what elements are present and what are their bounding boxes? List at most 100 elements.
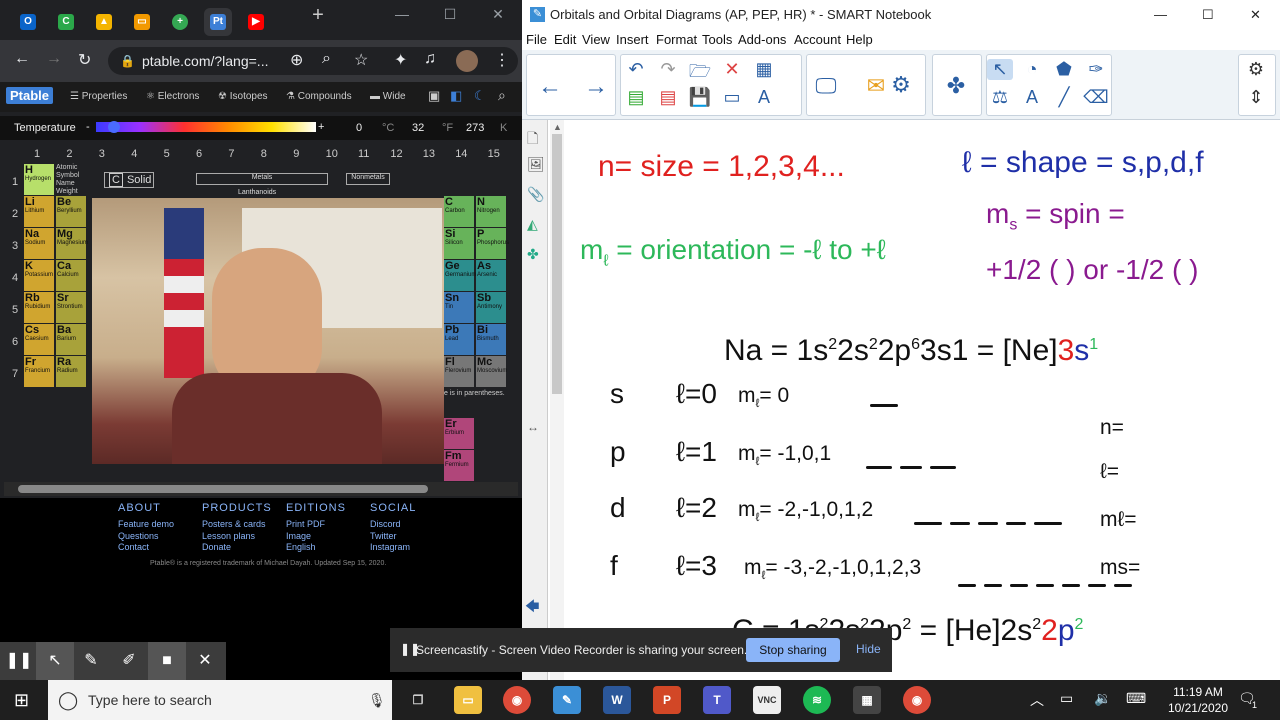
windows-start-icon[interactable]: ⊞	[14, 690, 29, 711]
footer-link[interactable]: Feature demo	[118, 519, 174, 529]
new-tab-button[interactable]: +	[298, 4, 338, 27]
spotify-icon[interactable]: ≋	[803, 686, 831, 714]
element-cell[interactable]: Sb Antimony	[476, 292, 506, 323]
panel-icon[interactable]: ◧	[450, 88, 462, 104]
save-icon[interactable]: 💾	[687, 87, 713, 108]
spin-values[interactable]: +1/2 ( ) or -1/2 ( )	[986, 254, 1198, 286]
chrome-icon[interactable]: ◉	[503, 686, 531, 714]
tab-jamboard[interactable]: +	[166, 8, 194, 36]
hide-button[interactable]: Hide	[856, 642, 881, 656]
ml-value[interactable]: mℓ= 0	[738, 384, 789, 410]
sodium-configuration[interactable]: Na = 1s22s22p63s1 = [Ne]3s1	[724, 334, 1098, 368]
side-left-arrow-icon[interactable]: 🡄	[525, 596, 539, 620]
remove-page-icon[interactable]: ▤	[655, 87, 681, 108]
l-value[interactable]: ℓ=3	[676, 550, 717, 582]
addons-icon[interactable]: ✤	[527, 246, 539, 263]
element-cell[interactable]: Sr Strontium	[56, 292, 86, 323]
search-box[interactable]: ◯ Type here to search 🎙	[48, 680, 392, 720]
quantum-label[interactable]: ℓ=	[1100, 460, 1119, 484]
toolbar-position-icon[interactable]: ⇕	[1243, 87, 1269, 108]
media-icon[interactable]: ♫	[424, 50, 436, 68]
temp-kelvin[interactable]: 273	[466, 122, 484, 134]
avatar[interactable]	[456, 50, 478, 72]
pause-icon[interactable]: ❚❚	[0, 642, 38, 680]
element-cell[interactable]: Bi Bismuth	[476, 324, 506, 355]
element-cell[interactable]: Fr Francium	[24, 356, 54, 387]
element-cell[interactable]: P Phosphorus	[476, 228, 509, 259]
maximize-icon[interactable]: ☐	[1202, 0, 1214, 30]
word-icon[interactable]: W	[603, 686, 631, 714]
element-cell[interactable]: N Nitrogen	[476, 196, 506, 227]
menu-item[interactable]: Edit	[554, 32, 576, 47]
element-cell[interactable]: K Potassium	[24, 260, 54, 291]
tab-classroom[interactable]: C	[52, 8, 80, 36]
delete-icon[interactable]: ✕	[719, 59, 745, 80]
temp-celsius[interactable]: 0	[356, 122, 362, 134]
menu-item[interactable]: Insert	[616, 32, 649, 47]
fill-icon[interactable]: ⬟	[1051, 59, 1077, 80]
nav-properties[interactable]: ☰ Properties	[70, 91, 127, 102]
task-view-icon[interactable]: ❐	[404, 686, 432, 714]
zoom-icon[interactable]: ⌕	[322, 50, 331, 68]
text-format-icon[interactable]: A	[751, 87, 777, 108]
l-value[interactable]: ℓ=2	[676, 492, 717, 524]
file-explorer-icon[interactable]: ▭	[454, 686, 482, 714]
footer-link[interactable]: English	[286, 542, 316, 552]
settings-icon[interactable]: ⚙	[1243, 59, 1269, 80]
minimize-icon[interactable]: —	[1154, 0, 1167, 30]
extensions-icon[interactable]: ✦	[394, 50, 407, 70]
element-cell[interactable]: Sn Tin	[444, 292, 474, 323]
undo-icon[interactable]: ↶	[623, 59, 649, 80]
element-cell[interactable]: As Arsenic	[476, 260, 506, 291]
element-cell[interactable]: Cs Caesium	[24, 324, 54, 355]
scroll-thumb[interactable]	[552, 134, 562, 394]
ms-spin-line[interactable]: ms = spin =	[986, 198, 1125, 235]
highlighter-icon[interactable]: ✐	[110, 642, 148, 680]
footer-link[interactable]: Discord	[370, 519, 401, 529]
display-icon[interactable]: 🖵	[813, 73, 839, 99]
scroll-thumb[interactable]	[18, 485, 428, 493]
widgets-icon[interactable]: ⚙	[888, 72, 914, 98]
battery-icon[interactable]: ▭	[1060, 690, 1073, 707]
menu-item[interactable]: File	[526, 32, 547, 47]
tab-drive[interactable]: ▲	[90, 8, 118, 36]
element-cell[interactable]: Fl Flerovium	[444, 356, 474, 387]
quantum-label[interactable]: n=	[1100, 416, 1124, 440]
footer-link[interactable]: Donate	[202, 542, 231, 552]
magic-pen-icon[interactable]: ✑	[1083, 59, 1109, 80]
plus-icon[interactable]: +	[318, 121, 324, 133]
close-icon[interactable]: ✕	[478, 6, 518, 23]
select-icon[interactable]: ↖	[987, 59, 1013, 80]
element-cell[interactable]: Be Beryllium	[56, 196, 86, 227]
footer-link[interactable]: Contact	[118, 542, 149, 552]
properties-icon[interactable]: ◭	[527, 216, 538, 233]
menu-item[interactable]: Help	[846, 32, 873, 47]
previous-page-icon[interactable]: ←	[537, 73, 563, 101]
footer-link[interactable]: Questions	[118, 531, 159, 541]
ml-value[interactable]: mℓ= -2,-1,0,1,2	[738, 498, 873, 524]
bookmark-star-icon[interactable]: ☆	[354, 50, 368, 70]
element-cell[interactable]: Ra Radium	[56, 356, 86, 387]
quantum-label[interactable]: mℓ=	[1100, 508, 1137, 532]
tab-slides[interactable]: ▭	[128, 8, 156, 36]
footer-link[interactable]: Posters & cards	[202, 519, 266, 529]
keyboard-icon[interactable]: ⌨	[1126, 690, 1146, 707]
footer-link[interactable]: Instagram	[370, 542, 410, 552]
next-page-icon[interactable]: →	[583, 73, 609, 101]
nav-wide[interactable]: ▬ Wide	[370, 91, 406, 102]
smart-notebook-icon[interactable]: ✎	[553, 686, 581, 714]
shapes-icon[interactable]: ◔	[1019, 59, 1045, 80]
nav-electrons[interactable]: ⚛ Electrons	[146, 91, 199, 102]
l-shape-line[interactable]: ℓ = shape = s,p,d,f	[962, 146, 1204, 180]
ml-orientation-line[interactable]: mℓ = orientation = -ℓ to +ℓ	[580, 234, 886, 271]
screen-shade-icon[interactable]: ▭	[719, 87, 745, 108]
calculator-icon[interactable]: ▦	[853, 686, 881, 714]
menu-item[interactable]: Add-ons	[738, 32, 786, 47]
minimize-icon[interactable]: —	[382, 6, 422, 22]
nav-isotopes[interactable]: ☢ Isotopes	[218, 91, 268, 102]
clock[interactable]: 11:19 AM 10/21/2020	[1168, 684, 1228, 716]
pen-icon[interactable]: ✎	[72, 642, 110, 680]
resize-icon[interactable]: ↔	[527, 420, 539, 434]
back-icon[interactable]: ←	[14, 50, 30, 68]
orbital-letter[interactable]: f	[610, 550, 618, 582]
